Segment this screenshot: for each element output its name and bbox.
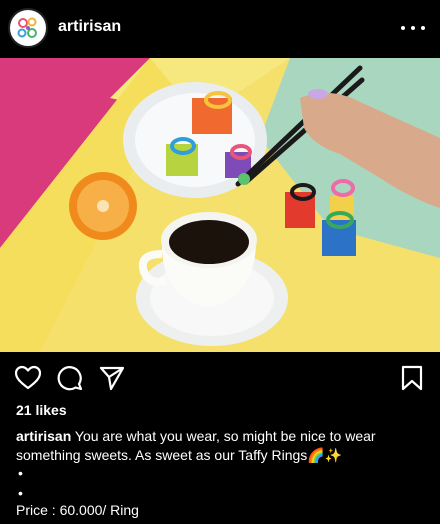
caption-dot: • (18, 485, 23, 501)
post-image[interactable] (0, 58, 440, 352)
post-caption: artirisan You are what you wear, so migh… (16, 427, 424, 465)
caption-username[interactable]: artirisan (16, 428, 71, 444)
comment-icon[interactable] (56, 364, 84, 392)
likes-count[interactable]: 21 likes (16, 402, 67, 418)
more-options-icon[interactable] (398, 14, 428, 40)
send-icon[interactable] (98, 364, 126, 392)
heart-icon[interactable] (14, 364, 42, 392)
post-actions (0, 362, 440, 394)
price-text: Price : 60.000/ Ring (16, 502, 139, 518)
avatar[interactable] (8, 8, 48, 48)
caption-dot: • (18, 465, 23, 481)
brand-logo (11, 11, 45, 45)
post-username[interactable]: artirisan (58, 18, 121, 36)
caption-emoji: 🌈✨ (307, 447, 343, 463)
post-header: artirisan (0, 0, 440, 58)
bookmark-icon[interactable] (398, 364, 426, 392)
